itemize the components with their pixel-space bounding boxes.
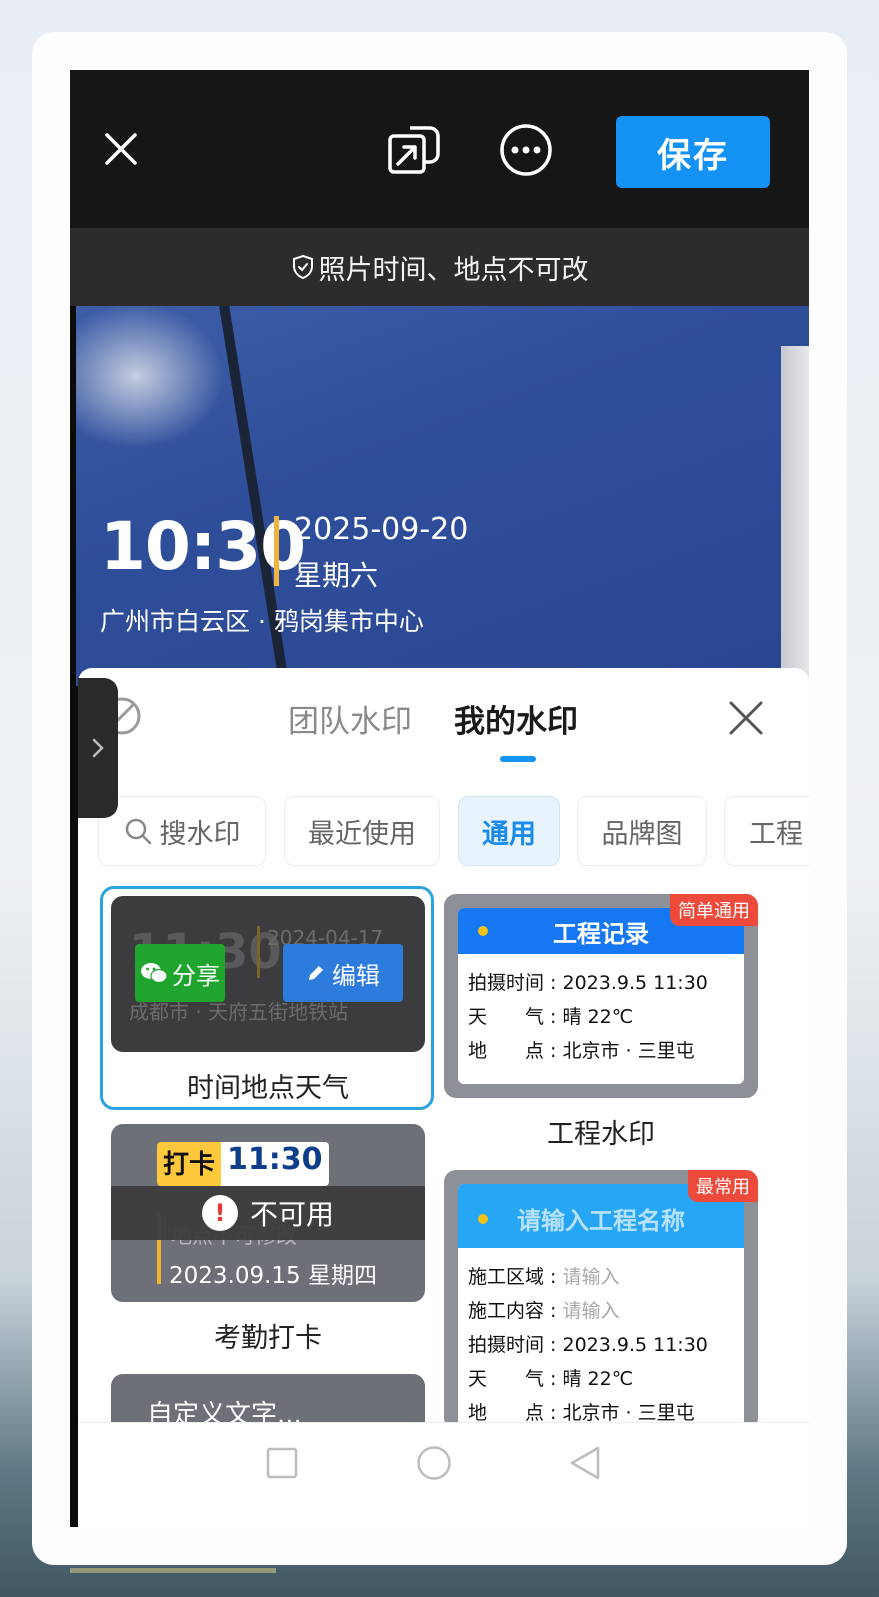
t3-unavailable-label: 不可用 bbox=[249, 1198, 334, 1231]
chip-engineering[interactable]: 工程 bbox=[724, 796, 809, 866]
t4-row-value: 晴 22℃ bbox=[562, 1368, 634, 1390]
recent-apps-icon[interactable] bbox=[266, 1447, 298, 1479]
share-label: 分享 bbox=[172, 961, 220, 990]
system-nav-bar bbox=[78, 1422, 809, 1527]
t4-row-label: 施工内容 : bbox=[468, 1300, 563, 1322]
t4-header-dot bbox=[478, 1214, 488, 1224]
t4-badge: 最常用 bbox=[688, 1170, 758, 1202]
t2-row: 天 气 : 晴 22℃ bbox=[468, 1006, 634, 1028]
background-strip bbox=[70, 1568, 276, 1573]
pencil-icon bbox=[309, 966, 323, 980]
chip-recent[interactable]: 最近使用 bbox=[284, 796, 440, 866]
t3-punch-time: 11:30 bbox=[221, 1142, 329, 1186]
t2-card: 工程记录 拍摄时间 : 2023.9.5 11:30 天 气 : 晴 22℃ 地… bbox=[458, 908, 744, 1084]
edit-label: 编辑 bbox=[332, 961, 380, 990]
share-external-icon[interactable] bbox=[386, 120, 446, 180]
category-chips: 搜水印 最近使用 通用 品牌图 工程 bbox=[98, 796, 809, 866]
t4-row-label: 施工区域 : bbox=[468, 1266, 563, 1288]
top-bar: 保存 bbox=[70, 70, 809, 228]
template-engineering-project[interactable]: 请输入工程名称 施工区域 : 请输入 施工内容 : 请输入 拍摄时间 : 202… bbox=[444, 1170, 758, 1430]
warning-icon: ! bbox=[201, 1195, 238, 1231]
t4-row-placeholder: 请输入 bbox=[562, 1266, 620, 1288]
back-icon[interactable] bbox=[568, 1445, 602, 1481]
shield-check-icon bbox=[292, 254, 313, 280]
template-name-t2: 工程水印 bbox=[547, 1119, 655, 1150]
wechat-icon bbox=[141, 963, 168, 984]
template-attendance[interactable]: 打卡 11:30 地点不可修改 2023.09.15 星期四 ! 不可用 bbox=[111, 1124, 425, 1302]
notice-text: 照片时间、地点不可改 bbox=[318, 254, 589, 286]
t4-row: 施工区域 : 请输入 bbox=[468, 1262, 620, 1289]
t1-preview-divider bbox=[257, 926, 260, 978]
photo-preview[interactable]: 10:30 2025-09-20 星期六 广州市白云区 · 鸦岗集市中心 bbox=[76, 306, 809, 686]
home-icon[interactable] bbox=[416, 1445, 452, 1481]
t4-row-label: 拍摄时间 : bbox=[468, 1334, 563, 1356]
t4-row-value: 2023.9.5 11:30 bbox=[562, 1334, 708, 1356]
share-button[interactable]: 分享 bbox=[135, 944, 225, 1002]
t2-badge: 简单通用 bbox=[670, 894, 758, 926]
t4-row-label: 地 点 : bbox=[468, 1402, 563, 1424]
watermark-divider bbox=[274, 516, 279, 586]
t4-row-placeholder: 请输入 bbox=[562, 1300, 620, 1322]
t4-row: 拍摄时间 : 2023.9.5 11:30 bbox=[468, 1330, 708, 1357]
watermark-weekday: 星期六 bbox=[294, 559, 379, 592]
chevron-right-icon bbox=[92, 738, 104, 758]
phone-screen: 保存 照片时间、地点不可改 10:30 2025-09-20 星期六 广州市白云… bbox=[70, 70, 809, 1527]
t3-punch-label: 打卡 bbox=[157, 1142, 222, 1186]
t2-header-dot bbox=[478, 926, 488, 936]
side-expand-handle[interactable] bbox=[78, 678, 118, 818]
edit-lock-notice: 照片时间、地点不可改 bbox=[70, 228, 809, 306]
t2-row: 拍摄时间 : 2023.9.5 11:30 bbox=[468, 972, 708, 994]
photo-wall-edge bbox=[781, 346, 809, 686]
tab-my-watermark[interactable]: 我的水印 bbox=[454, 696, 578, 741]
tab-active-indicator bbox=[500, 756, 536, 762]
chip-brand[interactable]: 品牌图 bbox=[577, 796, 707, 866]
panel-tabs: 团队水印 我的水印 bbox=[78, 668, 809, 768]
edit-button[interactable]: 编辑 bbox=[283, 944, 403, 1002]
watermark-date: 2025-09-20 bbox=[294, 512, 469, 547]
template-name-t1: 时间地点天气 bbox=[187, 1073, 349, 1104]
search-icon bbox=[125, 818, 151, 845]
more-icon[interactable] bbox=[498, 122, 554, 178]
close-panel-icon[interactable] bbox=[728, 700, 764, 736]
t4-row: 地 点 : 北京市 · 三里屯 bbox=[468, 1398, 695, 1425]
t4-row: 施工内容 : 请输入 bbox=[468, 1296, 620, 1323]
t3-unavailable-overlay: ! 不可用 bbox=[111, 1186, 425, 1240]
t4-card: 请输入工程名称 施工区域 : 请输入 施工内容 : 请输入 拍摄时间 : 202… bbox=[458, 1184, 744, 1430]
t2-row: 地 点 : 北京市 · 三里屯 bbox=[468, 1040, 695, 1062]
t4-row-value: 北京市 · 三里屯 bbox=[562, 1402, 695, 1424]
watermark-location: 广州市白云区 · 鸦岗集市中心 bbox=[100, 607, 424, 636]
template-time-location-weather[interactable]: 11:30 2024-04-17 成都市 · 天府五街地铁站 分享 编辑 bbox=[111, 896, 425, 1052]
template-engineering[interactable]: 工程记录 拍摄时间 : 2023.9.5 11:30 天 气 : 晴 22℃ 地… bbox=[444, 894, 758, 1098]
chip-search[interactable]: 搜水印 bbox=[98, 796, 266, 866]
save-button[interactable]: 保存 bbox=[616, 116, 770, 188]
t3-punch-badge: 打卡 11:30 bbox=[157, 1142, 329, 1186]
template-name-t3: 考勤打卡 bbox=[214, 1323, 322, 1354]
close-icon[interactable] bbox=[104, 132, 138, 166]
t4-row-label: 天 气 : bbox=[468, 1368, 563, 1390]
t3-date-line: 2023.09.15 星期四 bbox=[169, 1263, 377, 1289]
chip-general[interactable]: 通用 bbox=[458, 796, 560, 866]
watermark-panel: 团队水印 我的水印 搜水印 最近使用 通用 品牌图 工程 11:30 bbox=[78, 668, 809, 1527]
chip-search-label: 搜水印 bbox=[159, 818, 241, 850]
t4-row: 天 气 : 晴 22℃ bbox=[468, 1364, 633, 1391]
tab-team-watermark[interactable]: 团队水印 bbox=[288, 696, 412, 741]
